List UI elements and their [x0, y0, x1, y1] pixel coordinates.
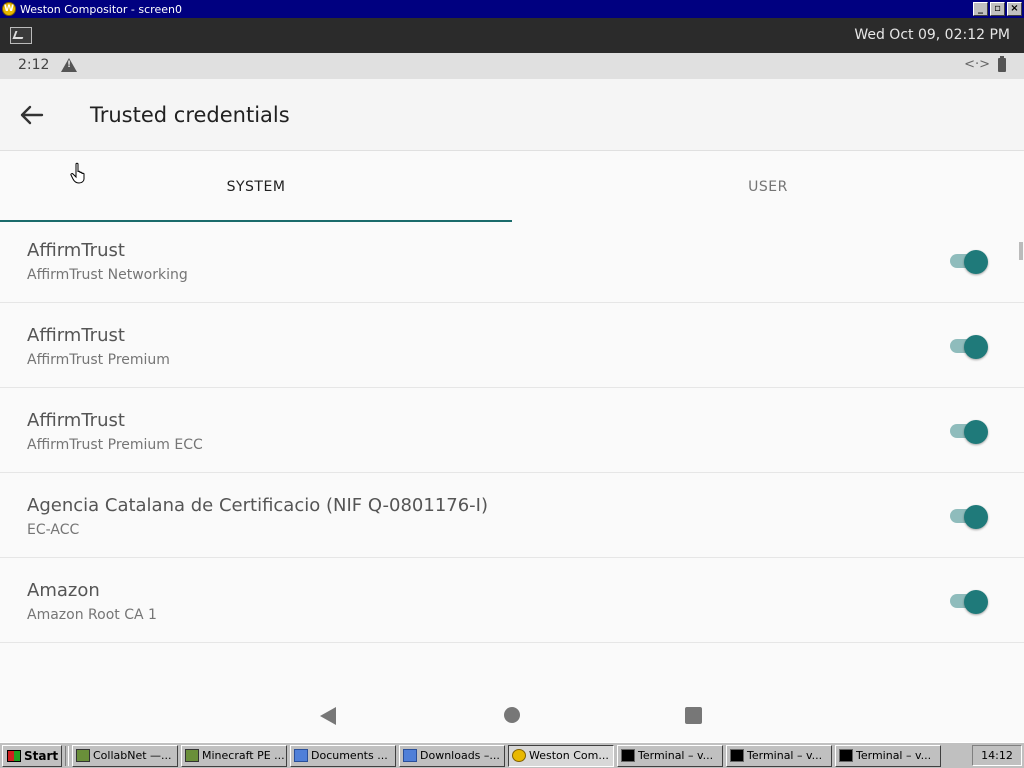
term-icon [730, 749, 744, 762]
term-icon [621, 749, 635, 762]
weston-clock: Wed Oct 09, 02:12 PM [854, 27, 1010, 43]
credential-row[interactable]: AffirmTrust AffirmTrust Premium [0, 303, 1024, 388]
terminal-launcher-icon[interactable] [10, 27, 32, 44]
taskbar: Start CollabNet —... Minecraft PE ... Docu… [0, 742, 1024, 768]
taskbar-separator [65, 745, 69, 766]
app-icon [76, 749, 90, 762]
toggle-thumb [964, 335, 988, 359]
weston-panel: Wed Oct 09, 02:12 PM [0, 18, 1024, 53]
nav-home-icon[interactable] [504, 707, 520, 723]
window-controls: _ ▫ × [973, 2, 1022, 16]
task-label: Terminal – v... [747, 749, 823, 762]
credential-name: AffirmTrust Premium ECC [27, 437, 203, 453]
nav-back-icon[interactable] [320, 707, 336, 725]
taskbar-task[interactable]: Terminal – v... [835, 744, 941, 767]
close-button[interactable]: × [1007, 2, 1022, 16]
tab-user[interactable]: USER [512, 152, 1024, 222]
credential-toggle[interactable] [950, 505, 988, 529]
android-status-bar: 2:12 <·> [0, 53, 1024, 79]
credential-issuer: AffirmTrust [27, 410, 125, 431]
credential-issuer: AffirmTrust [27, 240, 125, 261]
credential-toggle[interactable] [950, 590, 988, 614]
toggle-thumb [964, 250, 988, 274]
android-screen: 2:12 <·> Trusted credentials AffirmTrust… [0, 53, 1024, 742]
taskbar-tasks: CollabNet —... Minecraft PE ... Documents … [72, 744, 944, 767]
credential-name: Amazon Root CA 1 [27, 607, 157, 623]
taskbar-task[interactable]: CollabNet —... [72, 744, 178, 767]
credential-name: AffirmTrust Networking [27, 267, 188, 283]
app-icon [185, 749, 199, 762]
taskbar-task[interactable]: Documents ... [290, 744, 396, 767]
task-label: Documents ... [311, 749, 388, 762]
tray-clock: 14:12 [972, 745, 1022, 766]
task-label: Weston Com... [529, 749, 609, 762]
taskbar-task[interactable]: Weston Com... [508, 744, 614, 767]
credential-row[interactable]: Agencia Catalana de Certificacio (NIF Q-… [0, 473, 1024, 558]
credential-row[interactable]: Amazon Amazon Root CA 1 [0, 558, 1024, 643]
taskbar-task[interactable]: Terminal – v... [617, 744, 723, 767]
tab-bar: SYSTEM USER [0, 152, 1024, 222]
credential-issuer: Agencia Catalana de Certificacio (NIF Q-… [27, 495, 488, 516]
start-button[interactable]: Start [2, 744, 62, 767]
credential-toggle[interactable] [950, 420, 988, 444]
window-title: Weston Compositor - screen0 [20, 2, 182, 16]
task-label: Terminal – v... [638, 749, 714, 762]
start-label: Start [24, 748, 59, 763]
taskbar-task[interactable]: Downloads –... [399, 744, 505, 767]
credential-name: AffirmTrust Premium [27, 352, 170, 368]
credentials-list[interactable]: AffirmTrust CommercialAffirmTrustAffirmT… [0, 169, 1024, 684]
window-titlebar[interactable]: W Weston Compositor - screen0 _ ▫ × [0, 0, 1024, 18]
taskbar-task[interactable]: Terminal – v... [726, 744, 832, 767]
back-arrow-icon[interactable] [18, 103, 46, 127]
data-link-icon: <·> [964, 57, 990, 72]
credential-issuer: AffirmTrust [27, 325, 125, 346]
folder-icon [403, 749, 417, 762]
page-title: Trusted credentials [90, 103, 290, 127]
scroll-indicator[interactable] [1019, 242, 1023, 260]
android-nav-bar [0, 684, 1024, 742]
taskbar-task[interactable]: Minecraft PE ... [181, 744, 287, 767]
toggle-thumb [964, 420, 988, 444]
credential-toggle[interactable] [950, 250, 988, 274]
hand-cursor-icon [70, 162, 88, 184]
windows-flag-icon [7, 749, 21, 762]
credential-issuer: Amazon [27, 580, 100, 601]
nav-recents-icon[interactable] [685, 707, 702, 724]
warning-icon [61, 58, 77, 72]
task-label: Terminal – v... [856, 749, 932, 762]
battery-icon [998, 56, 1006, 72]
term-icon [839, 749, 853, 762]
weston-logo-icon: W [2, 2, 16, 16]
toggle-thumb [964, 590, 988, 614]
weston-icon [512, 749, 526, 762]
credential-name: EC-ACC [27, 522, 80, 538]
task-label: Downloads –... [420, 749, 500, 762]
status-time: 2:12 [18, 57, 50, 73]
app-bar: Trusted credentials [0, 79, 1024, 151]
task-label: CollabNet —... [93, 749, 172, 762]
credential-toggle[interactable] [950, 335, 988, 359]
credential-row[interactable]: AffirmTrust AffirmTrust Networking [0, 218, 1024, 303]
task-label: Minecraft PE ... [202, 749, 285, 762]
maximize-button[interactable]: ▫ [990, 2, 1005, 16]
toggle-thumb [964, 505, 988, 529]
folder-icon [294, 749, 308, 762]
credential-row[interactable]: AffirmTrust AffirmTrust Premium ECC [0, 388, 1024, 473]
minimize-button[interactable]: _ [973, 2, 988, 16]
